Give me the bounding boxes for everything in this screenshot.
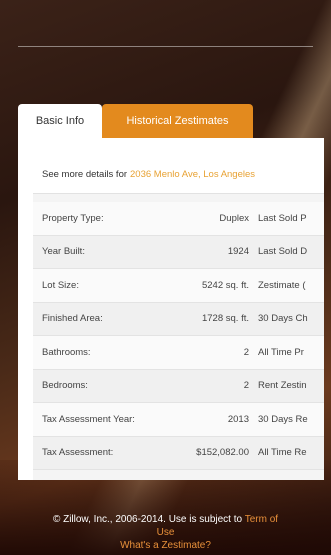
- header-divider: [18, 46, 313, 47]
- row-secondary-label: All Time Pr: [258, 346, 304, 358]
- table-row: Lot Size: 5242 sq. ft. Zestimate (: [33, 269, 324, 303]
- basic-info-panel: See more details for 2036 Menlo Ave, Los…: [18, 138, 324, 480]
- terms-of-use-link[interactable]: Term of: [245, 514, 278, 525]
- row-secondary-label: All Time Re: [258, 447, 307, 459]
- tab-bar: Basic Info Historical Zestimates: [18, 104, 253, 138]
- row-value: Duplex: [219, 212, 249, 224]
- table-row: Bathrooms: 2 All Time Pr: [33, 336, 324, 370]
- table-row: Finished Area: 1728 sq. ft. 30 Days Ch: [33, 302, 324, 336]
- row-label: Property Type:: [42, 212, 104, 224]
- tab-basic-info[interactable]: Basic Info: [18, 104, 102, 138]
- row-value: 5242 sq. ft.: [201, 279, 249, 291]
- row-value: 1924: [227, 246, 249, 258]
- copyright-text: © Zillow, Inc., 2006-2014. Use is subjec…: [52, 514, 243, 525]
- table-row: Bedrooms: 2 Rent Zestin: [33, 369, 324, 403]
- row-label: Year Built:: [42, 246, 85, 258]
- row-value: $152,082.00: [196, 447, 249, 459]
- row-secondary-label: 30 Days Ch: [258, 313, 308, 325]
- details-prefix: See more details for: [42, 168, 128, 180]
- tab-historical-zestimates[interactable]: Historical Zestimates: [102, 104, 253, 138]
- row-label: Bathrooms:: [42, 346, 91, 358]
- row-value: 2: [243, 380, 249, 392]
- footer-copyright-line: © Zillow, Inc., 2006-2014. Use is subjec…: [0, 513, 331, 526]
- row-value: 2013: [227, 413, 249, 425]
- row-label: Finished Area:: [42, 313, 103, 325]
- property-facts-table: Property Type: Duplex Last Sold P Year B…: [33, 202, 324, 470]
- address-link[interactable]: 2036 Menlo Ave, Los Angeles: [130, 169, 255, 180]
- row-secondary-label: Last Sold P: [258, 212, 307, 224]
- row-value: 1728 sq. ft.: [201, 313, 249, 325]
- footer: © Zillow, Inc., 2006-2014. Use is subjec…: [0, 513, 331, 552]
- row-secondary-label: 30 Days Re: [258, 413, 308, 425]
- whats-a-zestimate-link[interactable]: What's a Zestimate?: [0, 539, 331, 552]
- row-label: Tax Assessment:: [42, 447, 114, 459]
- row-secondary-label: Last Sold D: [258, 246, 308, 258]
- row-label: Tax Assessment Year:: [42, 413, 135, 425]
- details-line: See more details for 2036 Menlo Ave, Los…: [33, 155, 324, 194]
- row-secondary-label: Rent Zestin: [258, 380, 307, 392]
- terms-of-use-link-continued[interactable]: Use: [0, 526, 331, 539]
- table-row: Tax Assessment Year: 2013 30 Days Re: [33, 403, 324, 437]
- row-value: 2: [243, 346, 249, 358]
- table-row: Year Built: 1924 Last Sold D: [33, 235, 324, 269]
- row-label: Lot Size:: [42, 279, 79, 291]
- table-row: Property Type: Duplex Last Sold P: [33, 202, 324, 236]
- row-secondary-label: Zestimate (: [258, 279, 306, 291]
- details-table-container: See more details for 2036 Menlo Ave, Los…: [33, 155, 324, 480]
- row-label: Bedrooms:: [42, 380, 88, 392]
- table-row: Tax Assessment: $152,082.00 All Time Re: [33, 436, 324, 470]
